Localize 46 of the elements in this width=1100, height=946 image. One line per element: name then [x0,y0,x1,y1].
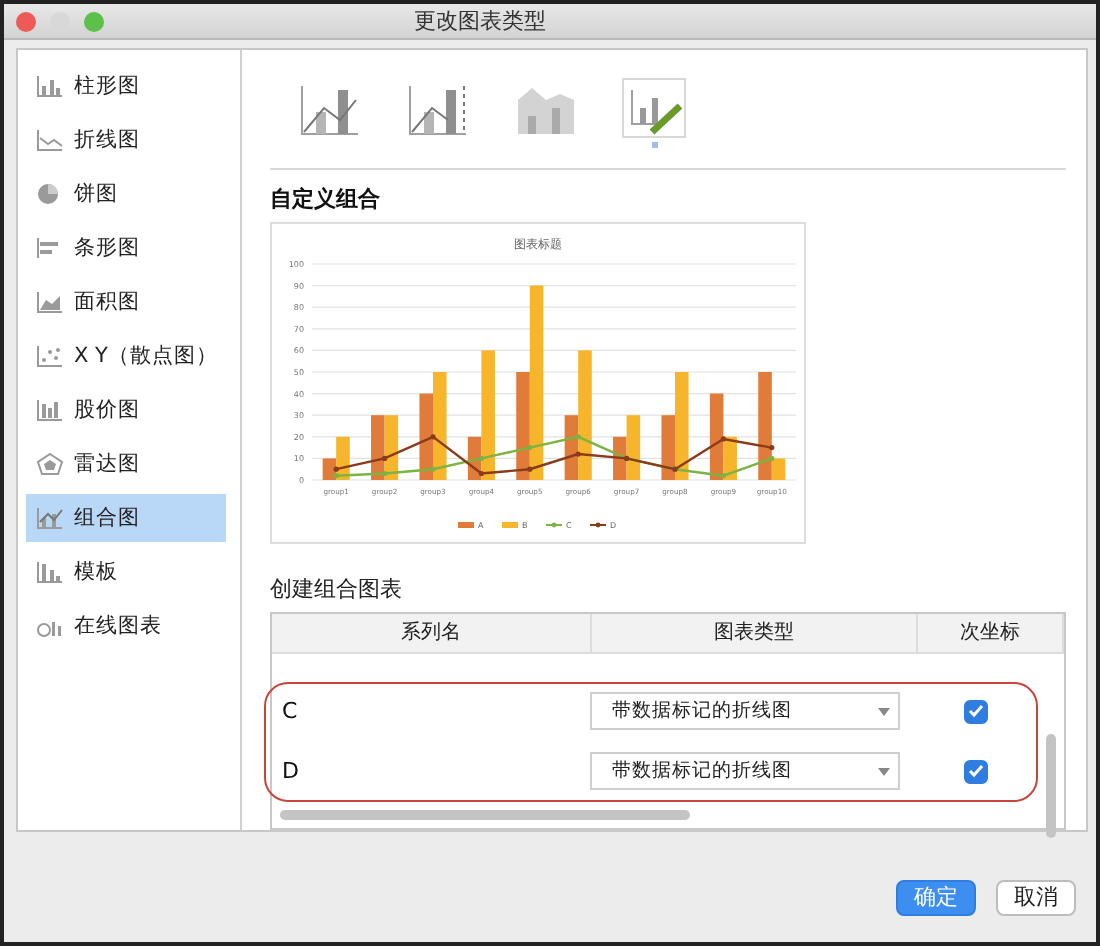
sidebar-item[interactable]: 模板 [26,548,226,596]
radar-chart-icon [36,452,64,476]
scatter-chart-icon [36,344,64,368]
line-chart-icon [36,128,64,152]
chart-type-dropdown[interactable]: 带数据标记的折线图 [590,692,900,731]
column-header: 图表类型 [592,613,918,652]
sidebar-item[interactable]: 面积图 [26,278,226,326]
horizontal-scrollbar[interactable] [280,810,690,820]
sidebar-item[interactable]: 雷达图 [26,440,226,488]
chart-subtype-option[interactable] [622,78,686,138]
bar-chart-icon [36,236,64,260]
caret-icon [878,767,890,776]
secondary-axis-checkbox[interactable] [964,759,988,784]
series-name: D [280,758,299,785]
zoom-button[interactable] [84,11,104,31]
area-chart-icon [36,290,64,314]
template-icon [36,560,64,584]
stock-chart-icon [36,398,64,422]
sidebar-item[interactable]: 在线图表 [26,602,226,650]
secondary-axis-checkbox[interactable] [964,699,988,724]
column-header: 系列名 [272,613,592,652]
close-button[interactable] [16,11,36,31]
column-chart-icon [36,74,64,98]
series-name: C [280,698,298,725]
section-title: 自定义组合 [270,183,382,214]
sidebar-item[interactable]: 折线图 [26,116,226,164]
sidebar-item[interactable]: 组合图 [26,494,226,542]
combo-chart-icon [300,84,360,136]
sidebar-item[interactable]: 条形图 [26,224,226,272]
section-title: 创建组合图表 [270,573,404,604]
check-icon [968,764,984,779]
sidebar-item[interactable]: 柱形图 [26,62,226,110]
sidebar-item[interactable]: X Y（散点图） [26,332,226,380]
chart-type-dropdown[interactable]: 带数据标记的折线图 [590,752,900,791]
sidebar-item[interactable]: 股价图 [26,386,226,434]
sidebar-item[interactable]: 饼图 [26,170,226,218]
vertical-scrollbar[interactable] [1046,733,1056,838]
area-combo-icon [516,84,576,136]
window-title: 更改图表类型 [414,6,546,36]
column-header: 次坐标 [918,613,1064,652]
cancel-button[interactable]: 取消 [996,879,1076,915]
pie-chart-icon [36,182,64,206]
caret-icon [878,707,890,716]
check-icon [968,704,984,719]
combo-chart-icon [36,506,64,530]
combo-chart-icon [408,84,468,136]
